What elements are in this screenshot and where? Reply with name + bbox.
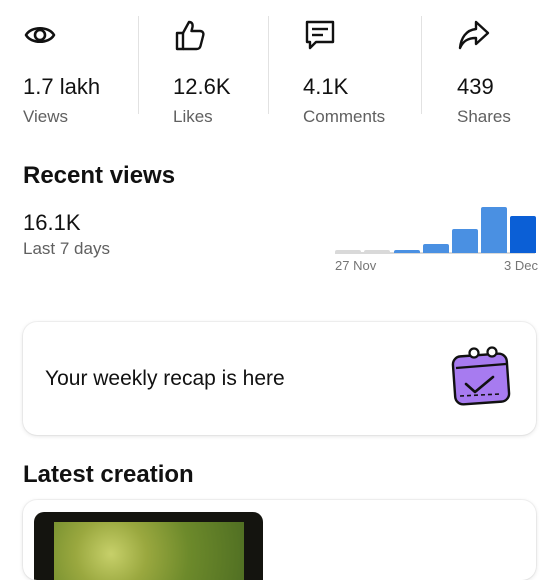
share-icon	[457, 18, 491, 52]
views-count: 1.7 lakh	[23, 74, 101, 99]
latest-creation-card[interactable]	[23, 500, 536, 580]
stat-divider	[268, 16, 269, 114]
stat-divider	[138, 16, 139, 114]
shares-count: 439	[457, 74, 494, 99]
comments-label: Comments	[303, 107, 386, 126]
chart-bar	[481, 207, 507, 253]
chart-bar	[452, 229, 478, 253]
thumbnail-image	[54, 522, 244, 580]
recent-views-title: Recent views	[23, 162, 176, 189]
recent-views-period: Last 7 days	[23, 239, 110, 258]
chart-bar	[510, 216, 536, 253]
chart-end-label: 3 Dec	[504, 258, 538, 273]
latest-creation-title: Latest creation	[23, 461, 194, 488]
stats-row: 1.7 lakh Views 12.6K Likes 4.1K Comments	[0, 0, 560, 130]
likes-count: 12.6K	[173, 74, 231, 99]
stat-divider	[421, 16, 422, 114]
video-thumbnail[interactable]	[34, 512, 263, 580]
chart-bar	[335, 250, 361, 253]
comment-icon	[303, 18, 337, 52]
shares-label: Shares	[457, 107, 511, 126]
chart-bar	[423, 244, 449, 253]
recent-views-sparkline[interactable]: 27 Nov 3 Dec	[330, 200, 540, 280]
views-label: Views	[23, 107, 69, 126]
calendar-check-icon	[448, 344, 514, 410]
weekly-recap-card[interactable]: Your weekly recap is here	[23, 322, 536, 435]
chart-start-label: 27 Nov	[335, 258, 377, 273]
thumbs-up-icon	[173, 18, 207, 52]
recent-views-count: 16.1K	[23, 210, 81, 235]
chart-bar	[364, 250, 390, 253]
chart-bar	[394, 250, 420, 253]
eye-icon	[23, 18, 57, 52]
weekly-recap-text: Your weekly recap is here	[45, 367, 285, 390]
likes-label: Likes	[173, 107, 213, 126]
comments-count: 4.1K	[303, 74, 349, 99]
